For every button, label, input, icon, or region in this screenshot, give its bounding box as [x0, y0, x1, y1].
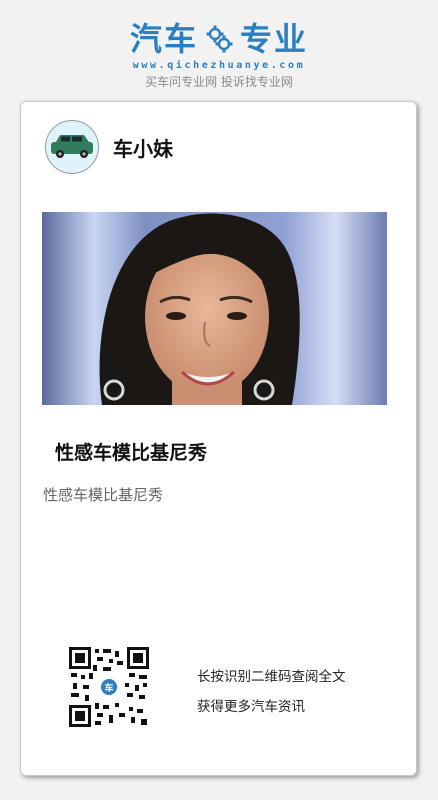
brand-word-right: 专业 [240, 20, 309, 58]
qr-caption-line2: 获得更多汽车资讯 [197, 699, 305, 715]
brand-tagline: 买车问专业网 投诉找专业网 [145, 75, 293, 89]
svg-text:车: 车 [104, 682, 113, 694]
cover-photo [42, 212, 387, 405]
share-poster-page: 汽车 专业 www.qichezhuanye.com 买车问专业网 投诉找专业网… [0, 0, 438, 800]
article-title[interactable]: 性感车模比基尼秀 [55, 438, 207, 465]
qr-caption-line1: 长按识别二维码查阅全文 [197, 669, 346, 685]
author-info: 车小妹 [45, 120, 173, 174]
brand-header: 汽车 专业 www.qichezhuanye.com 买车问专业网 投诉找专业网 [0, 18, 438, 90]
car-icon [51, 135, 93, 158]
qr-caption: 长按识别二维码查阅全文 获得更多汽车资讯 [197, 662, 346, 722]
qr-code-icon[interactable]: 车 [69, 647, 149, 727]
author-name: 车小妹 [113, 136, 173, 161]
brand-word-left: 汽车 [129, 20, 198, 58]
gear-icon [206, 25, 233, 53]
avatar [45, 120, 99, 174]
brand-logo: 汽车 专业 [0, 18, 438, 60]
brand-url: www.qichezhuanye.com [132, 60, 306, 71]
article-card[interactable]: 车小妹 性感车模比基尼秀 性感车模比基尼秀 车 长按识别二维码查阅全文 获得更多… [20, 101, 417, 776]
article-cover-image[interactable] [42, 212, 387, 405]
article-summary: 性感车模比基尼秀 [43, 486, 164, 504]
